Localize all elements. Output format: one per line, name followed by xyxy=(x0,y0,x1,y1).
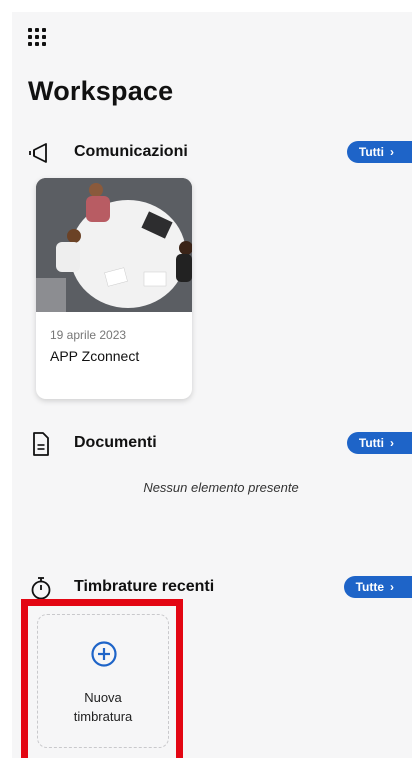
new-punch-label-line1: Nuova xyxy=(84,690,122,705)
new-punch-label: Nuova timbratura xyxy=(38,688,168,726)
punches-all-label: Tutte xyxy=(355,580,384,594)
communications-all-button[interactable]: Tutti › xyxy=(346,141,412,163)
news-date: 19 aprile 2023 xyxy=(50,328,127,342)
meeting-photo xyxy=(36,178,192,312)
communications-header: Comunicazioni Tutti › xyxy=(28,140,412,166)
documents-title: Documenti xyxy=(74,434,157,451)
chevron-right-icon: › xyxy=(390,436,394,450)
new-punch-button[interactable]: Nuova timbratura xyxy=(37,614,169,748)
document-icon xyxy=(33,432,49,456)
megaphone-icon xyxy=(29,143,47,163)
communications-title: Comunicazioni xyxy=(74,143,188,160)
punches-all-button[interactable]: Tutte › xyxy=(343,576,412,598)
documents-empty-message: Nessun elemento presente xyxy=(143,480,299,495)
chevron-right-icon: › xyxy=(390,580,394,594)
page-title: Workspace xyxy=(28,76,174,106)
chevron-right-icon: › xyxy=(390,145,394,159)
communications-all-label: Tutti xyxy=(358,145,384,159)
stopwatch-icon xyxy=(31,577,51,600)
news-title: APP Zconnect xyxy=(50,348,140,364)
plus-circle-icon xyxy=(91,641,117,667)
news-card[interactable]: 19 aprile 2023 APP Zconnect xyxy=(36,178,192,399)
punches-title: Timbrature recenti xyxy=(74,578,215,595)
apps-grid-icon[interactable] xyxy=(28,28,46,46)
new-punch-label-line2: timbratura xyxy=(73,709,133,724)
documents-all-button[interactable]: Tutti › xyxy=(346,432,412,454)
documents-all-label: Tutti xyxy=(358,436,384,450)
documents-header: Documenti Tutti › xyxy=(28,431,412,457)
punches-header: Timbrature recenti Tutte › xyxy=(28,575,412,601)
